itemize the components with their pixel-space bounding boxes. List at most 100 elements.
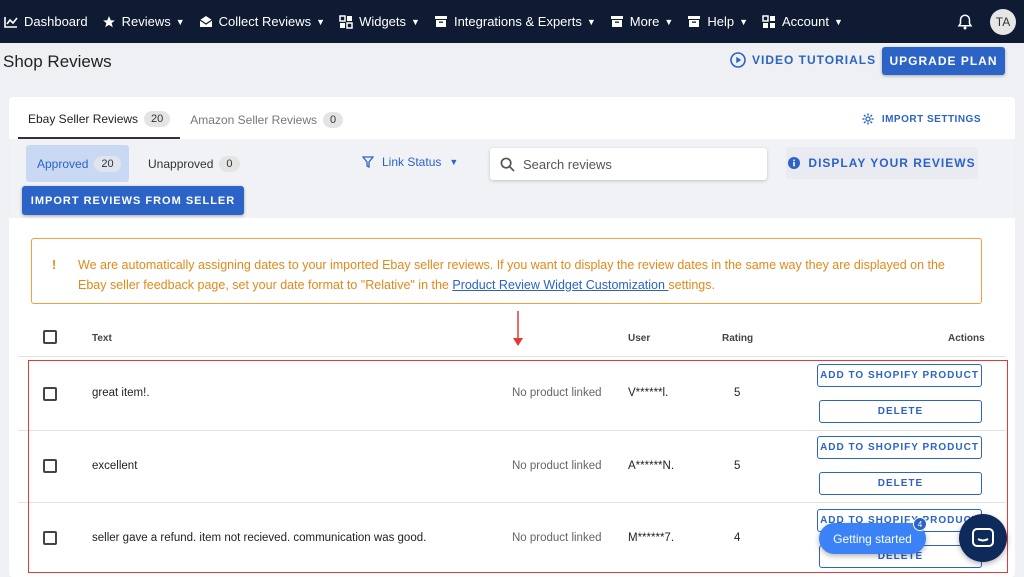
date-notice: ! We are automatically assigning dates t…: [31, 238, 982, 304]
divider: [18, 502, 1006, 503]
tab-count-badge: 20: [144, 111, 171, 127]
annotation-arrow-icon: [513, 311, 523, 346]
info-icon: [788, 157, 801, 169]
chevron-down-icon: ▼: [316, 16, 326, 27]
page-title: Shop Reviews: [3, 52, 112, 71]
video-tutorials-label: VIDEO TUTORIALS: [752, 53, 877, 67]
nav-right: TA: [956, 0, 1016, 43]
link-status-dropdown[interactable]: Link Status ▼: [362, 155, 458, 169]
nav-collect-reviews[interactable]: Collect Reviews ▼: [199, 14, 325, 29]
search-input[interactable]: [523, 156, 753, 172]
add-to-shopify-product-button[interactable]: ADD TO SHOPIFY PRODUCT: [817, 436, 982, 459]
chevron-down-icon: ▼: [833, 16, 843, 27]
top-nav: Dashboard Reviews ▼ Collect Reviews ▼ Wi…: [0, 0, 1024, 43]
column-header-actions: Actions: [948, 333, 985, 344]
link-status-label: Link Status: [382, 155, 442, 169]
nav-label: Widgets: [359, 14, 407, 29]
row-checkbox[interactable]: [43, 531, 57, 545]
display-your-reviews-label: DISPLAY YOUR REVIEWS: [808, 156, 976, 170]
tab-bar: Ebay Seller Reviews 20 Amazon Seller Rev…: [18, 105, 353, 139]
nav-label: More: [629, 14, 660, 29]
add-to-shopify-product-button[interactable]: ADD TO SHOPIFY PRODUCT: [817, 364, 982, 387]
chevron-down-icon: ▼: [449, 157, 459, 167]
getting-started-count-badge: 4: [913, 517, 927, 531]
tab-count-badge: 0: [323, 112, 344, 128]
review-text: great item!.: [92, 387, 150, 399]
review-user: M******7.: [628, 532, 675, 544]
review-text: excellent: [92, 460, 138, 472]
nav-dashboard[interactable]: Dashboard: [4, 14, 88, 29]
nav-reviews[interactable]: Reviews ▼: [102, 14, 185, 29]
nav-widgets[interactable]: Widgets ▼: [339, 14, 420, 29]
chat-launcher-button[interactable]: [959, 514, 1007, 562]
reviews-card: Ebay Seller Reviews 20 Amazon Seller Rev…: [9, 97, 1015, 577]
tab-ebay-seller-reviews[interactable]: Ebay Seller Reviews 20: [18, 105, 181, 139]
display-your-reviews-button[interactable]: DISPLAY YOUR REVIEWS: [786, 147, 978, 179]
import-settings-label: IMPORT SETTINGS: [881, 113, 981, 125]
grid-icon: [762, 14, 776, 29]
column-header-rating: Rating: [722, 333, 754, 344]
nav-label: Account: [782, 14, 829, 29]
filter-approved-label: Approved: [37, 156, 89, 171]
video-tutorials-button[interactable]: VIDEO TUTORIALS: [730, 52, 876, 68]
delete-button[interactable]: DELETE: [819, 400, 982, 423]
select-all-checkbox[interactable]: [43, 330, 57, 344]
gear-icon: [862, 113, 874, 125]
nav-label: Collect Reviews: [218, 14, 312, 29]
import-settings-button[interactable]: IMPORT SETTINGS: [862, 113, 981, 125]
nav-label: Help: [707, 14, 735, 29]
approved-count-badge: 20: [94, 155, 121, 172]
search-icon: [500, 157, 515, 172]
nav-label: Reviews: [121, 14, 171, 29]
column-header-user: User: [628, 333, 651, 344]
box-icon: [434, 15, 448, 29]
upgrade-plan-button[interactable]: UPGRADE PLAN: [882, 47, 1005, 75]
star-icon: [102, 15, 116, 29]
review-rating: 5: [734, 387, 741, 399]
nav-help[interactable]: Help ▼: [687, 14, 748, 29]
chevron-down-icon: ▼: [175, 16, 185, 27]
widget-customization-link[interactable]: Product Review Widget Customization: [452, 278, 668, 292]
play-circle-icon: [730, 52, 746, 68]
unapproved-count-badge: 0: [219, 155, 240, 172]
chevron-down-icon: ▼: [411, 16, 420, 27]
getting-started-button[interactable]: Getting started: [819, 523, 926, 554]
chat-icon: [972, 528, 994, 547]
bell-icon[interactable]: [956, 13, 974, 31]
review-rating: 4: [734, 532, 741, 544]
nav-account[interactable]: Account ▼: [762, 14, 843, 29]
nav-integrations[interactable]: Integrations & Experts ▼: [434, 14, 596, 29]
delete-button[interactable]: DELETE: [819, 472, 982, 495]
nav-label: Integrations & Experts: [453, 14, 582, 29]
review-text: seller gave a refund. item not recieved.…: [92, 532, 427, 544]
tab-label: Ebay Seller Reviews: [28, 112, 139, 126]
product-link-status: No product linked: [512, 460, 602, 472]
filter-approved[interactable]: Approved 20: [26, 145, 129, 182]
filter-unapproved[interactable]: Unapproved 0: [148, 145, 240, 182]
review-user: V******l.: [628, 387, 669, 399]
chevron-down-icon: ▼: [739, 16, 748, 27]
archive-icon: [610, 15, 624, 29]
widgets-icon: [339, 14, 353, 29]
tab-amazon-seller-reviews[interactable]: Amazon Seller Reviews 0: [180, 105, 353, 139]
filter-unapproved-label: Unapproved: [148, 156, 214, 171]
chevron-down-icon: ▼: [586, 16, 596, 27]
tab-label: Amazon Seller Reviews: [190, 113, 318, 127]
divider: [18, 430, 1006, 431]
nav-label: Dashboard: [24, 14, 88, 29]
help-icon: [687, 15, 701, 29]
row-checkbox[interactable]: [43, 459, 57, 473]
nav-more[interactable]: More ▼: [610, 14, 674, 29]
search-box[interactable]: [490, 148, 767, 180]
import-reviews-from-seller-button[interactable]: IMPORT REVIEWS FROM SELLER: [22, 186, 244, 215]
avatar[interactable]: TA: [990, 8, 1016, 35]
divider: [18, 356, 1006, 357]
mail-icon: [199, 15, 213, 29]
column-header-text: Text: [92, 333, 112, 344]
chevron-down-icon: ▼: [664, 16, 674, 27]
row-checkbox[interactable]: [43, 387, 57, 401]
warning-icon: !: [52, 258, 57, 272]
product-link-status: No product linked: [512, 532, 602, 544]
review-rating: 5: [734, 460, 741, 472]
product-link-status: No product linked: [512, 387, 602, 399]
